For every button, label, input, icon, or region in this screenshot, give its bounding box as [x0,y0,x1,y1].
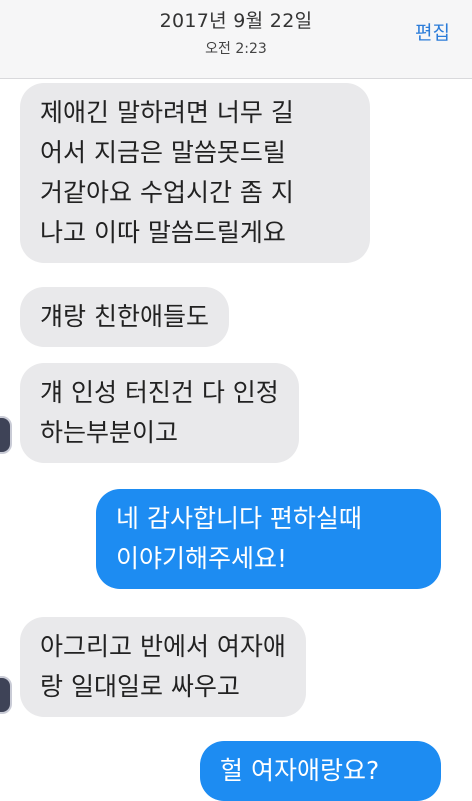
message-line: 거같아요 수업시간 좀 지 [40,178,294,207]
incoming-message-bubble[interactable]: 제애긴 말하려면 너무 길 어서 지금은 말씀못드릴 거같아요 수업시간 좀 지… [20,83,370,263]
incoming-message-bubble[interactable]: 아그리고 반에서 여자애 랑 일대일로 싸우고 [20,617,306,717]
message-line: 제애긴 말하려면 너무 길 [40,98,294,127]
conversation-header: 2017년 9월 22일 오전 2:23 편집 [0,0,472,79]
message-line: 하는부분이고 [40,418,179,447]
message-line: 네 감사합니다 편하실때 [116,504,362,533]
message-line: 어서 지금은 말씀못드릴 [40,138,286,167]
incoming-message-bubble[interactable]: 걔 인성 터진건 다 인정 하는부분이고 [20,363,299,463]
sender-avatar [0,416,12,454]
message-thread[interactable]: 제애긴 말하려면 너무 길 어서 지금은 말씀못드릴 거같아요 수업시간 좀 지… [0,79,472,801]
sender-avatar [0,676,12,714]
message-line: 걔 인성 터진건 다 인정 [40,378,279,407]
outgoing-message-bubble[interactable]: 헐 여자애랑요? [200,741,441,801]
message-line: 이야기해주세요! [116,544,288,573]
message-line: 나고 이따 말씀드릴게요 [40,218,286,247]
message-line: 랑 일대일로 싸우고 [40,672,240,701]
message-line: 아그리고 반에서 여자애 [40,632,286,661]
outgoing-message-bubble[interactable]: 네 감사합니다 편하실때 이야기해주세요! [96,489,441,589]
conversation-time: 오전 2:23 [205,41,267,57]
message-line: 헐 여자애랑요? [220,756,380,785]
conversation-date: 2017년 9월 22일 [159,10,313,32]
incoming-message-bubble[interactable]: 걔랑 친한애들도 [20,287,229,347]
edit-button[interactable]: 편집 [415,18,450,45]
message-line: 걔랑 친한애들도 [40,302,209,331]
